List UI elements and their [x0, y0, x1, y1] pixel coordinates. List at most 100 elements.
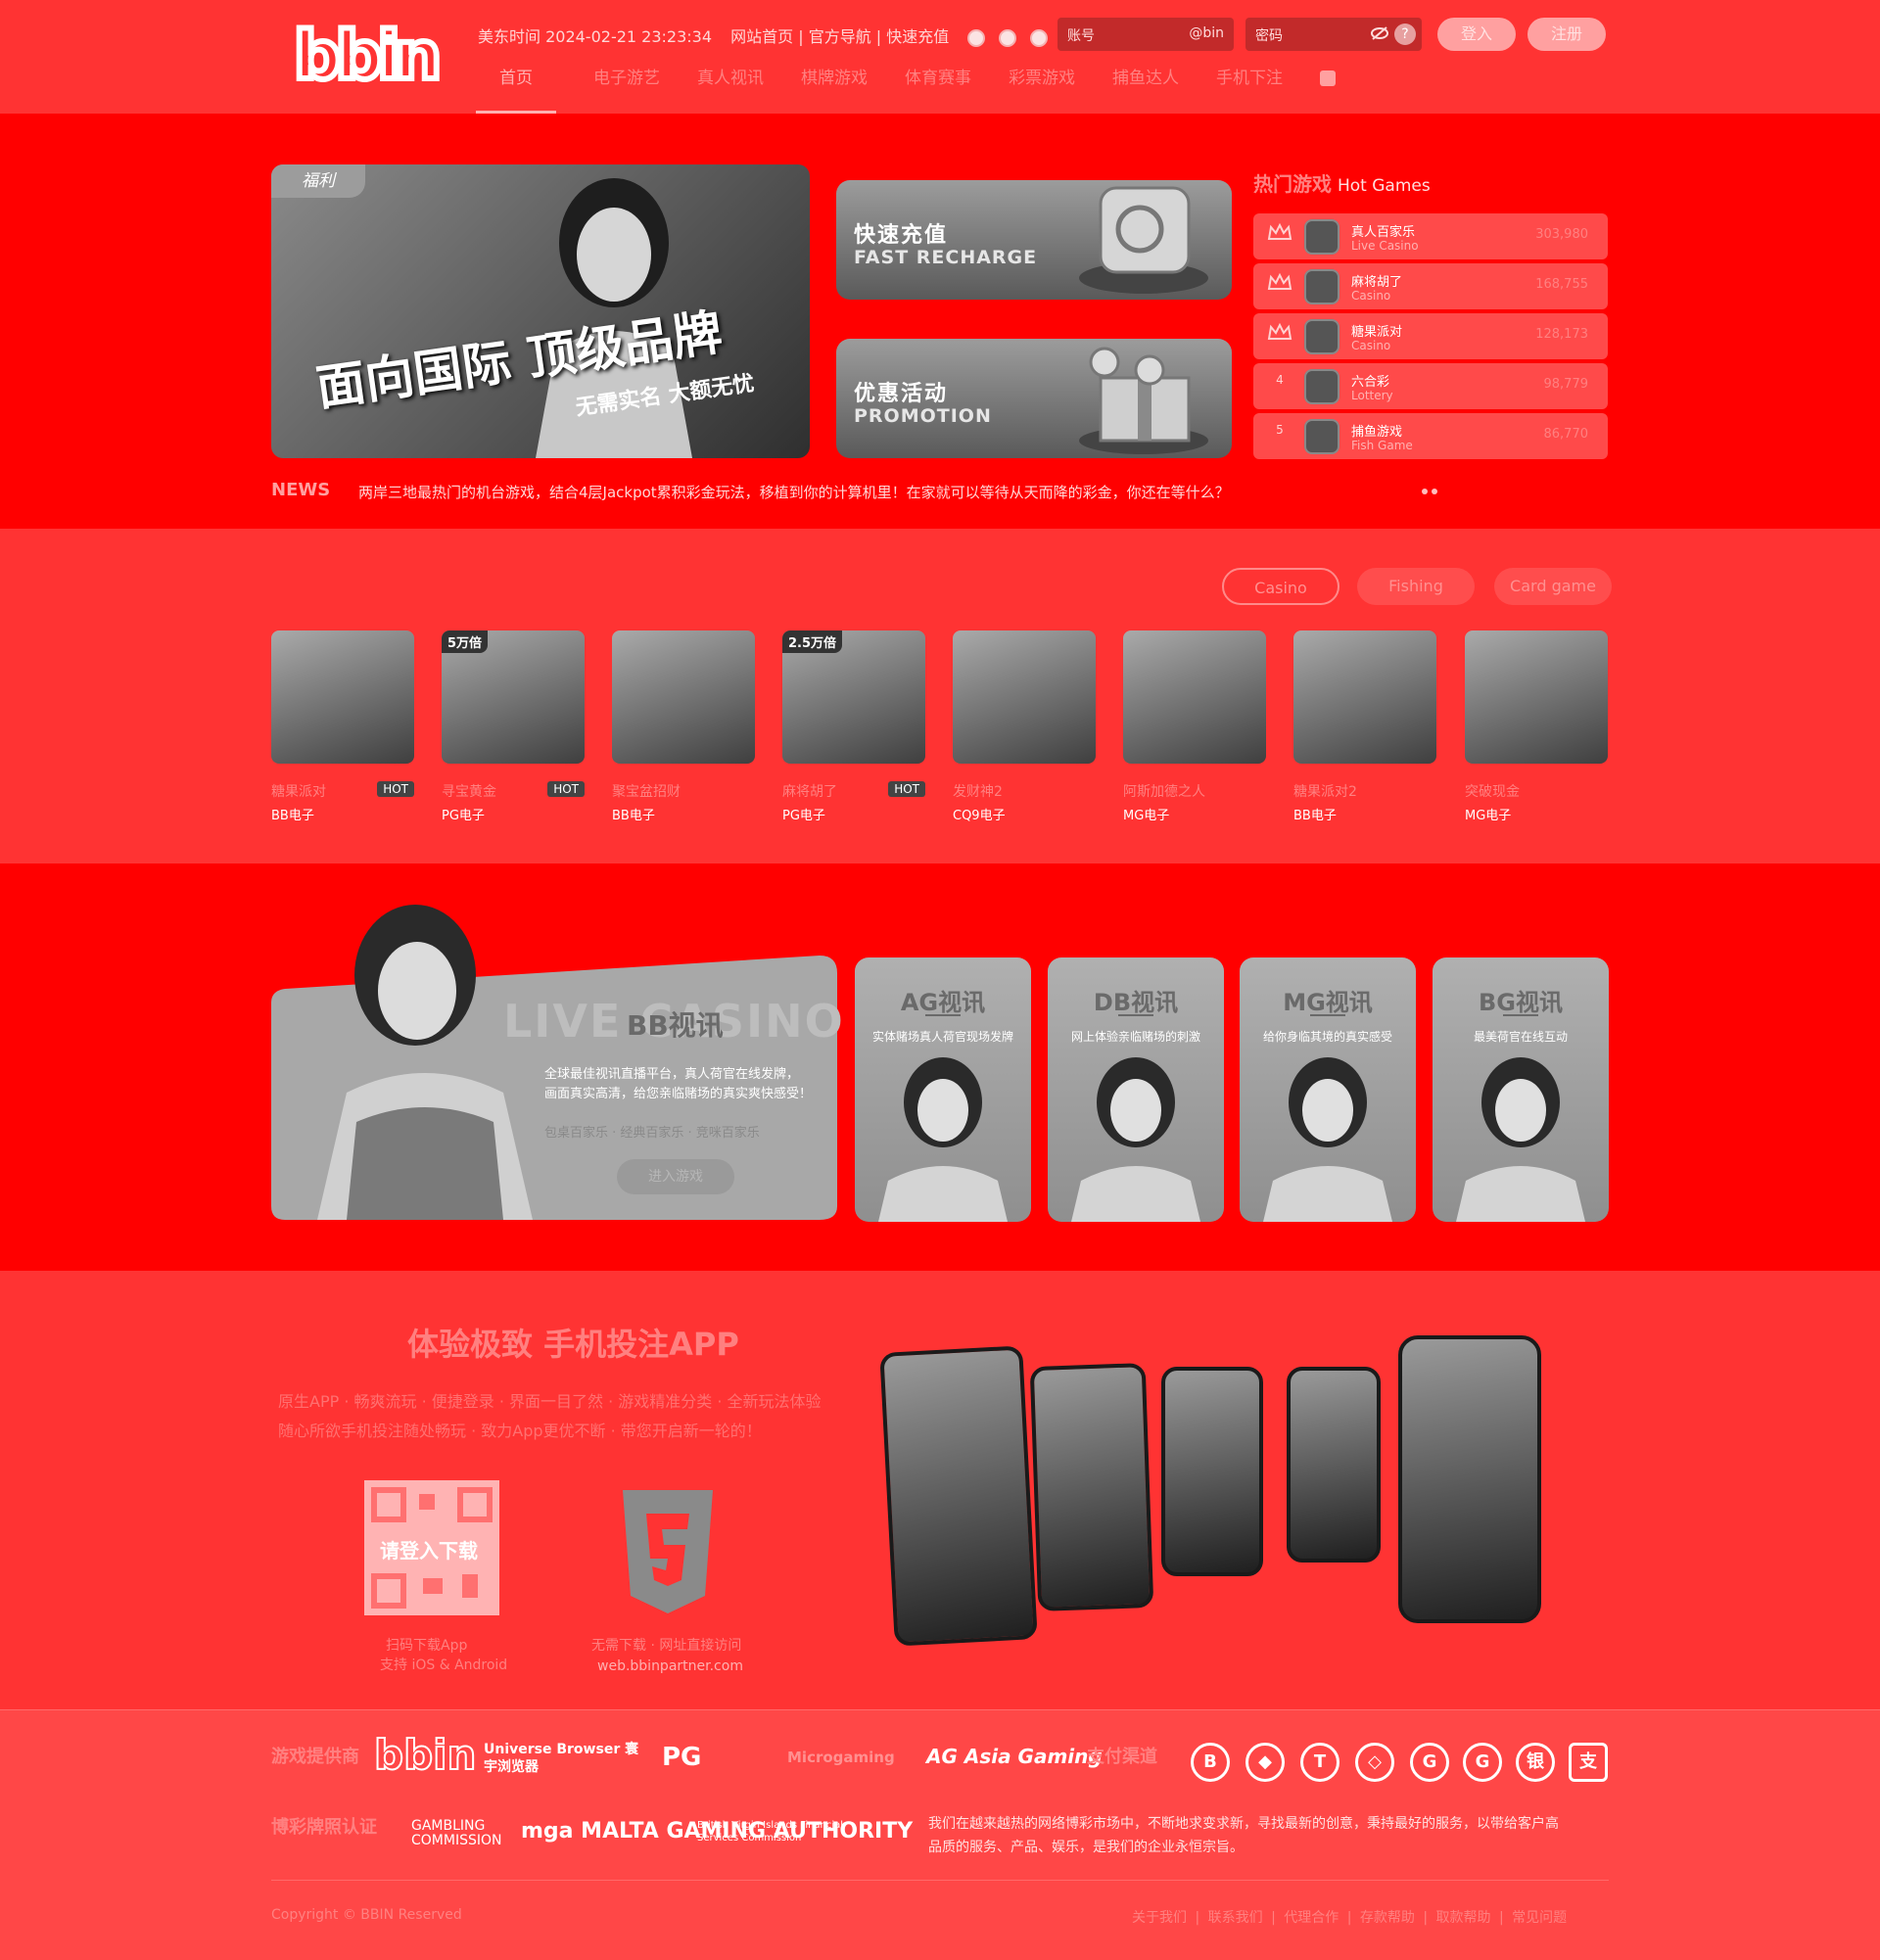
- game-card[interactable]: 发财神2 CQ9电子: [953, 630, 1096, 823]
- nav-lottery[interactable]: 彩票游戏: [1009, 67, 1075, 114]
- provider-universe[interactable]: Universe Browser 寰宇浏览器: [484, 1741, 650, 1776]
- game-thumbnail[interactable]: [271, 630, 414, 764]
- recharge-title-en: FAST RECHARGE: [854, 247, 1038, 268]
- game-name: 突破现金: [1465, 784, 1520, 800]
- game-card[interactable]: 5万倍 寻宝黄金 HOT PG电子: [442, 630, 585, 823]
- hot-games-title: 热门游戏 Hot Games: [1253, 168, 1431, 197]
- hot-game-row[interactable]: 真人百家乐 Live Casino 303,980: [1253, 213, 1608, 259]
- bb-live-games: 包桌百家乐 · 经典百家乐 · 竞咪百家乐: [544, 1126, 760, 1141]
- hot-game-thumbnail: [1304, 369, 1340, 404]
- nav-live[interactable]: 真人视讯: [697, 67, 764, 114]
- eastern-time: 美东时间 2024-02-21 23:23:34: [478, 27, 713, 46]
- eye-slash-icon[interactable]: [1371, 26, 1388, 40]
- banner-tag: 福利: [271, 164, 365, 198]
- alipay-icon[interactable]: 支: [1569, 1743, 1608, 1782]
- mg-live-card[interactable]: MG视讯 给你身临其境的真实感受: [1240, 957, 1416, 1222]
- account-input[interactable]: 账号 @bin: [1058, 18, 1234, 51]
- game-card[interactable]: 糖果派对 HOT BB电子: [271, 630, 414, 823]
- help-icon[interactable]: ?: [1394, 23, 1416, 45]
- game-card[interactable]: 突破现金 MG电子: [1465, 630, 1608, 823]
- link-faq[interactable]: 常见问题: [1512, 1910, 1567, 1926]
- hot-game-row[interactable]: 4 六合彩 Lottery 98,779: [1253, 363, 1608, 409]
- tab-card-game[interactable]: Card game: [1494, 568, 1612, 605]
- link-withdraw-help[interactable]: 取款帮助: [1436, 1910, 1491, 1926]
- logo-text: bbin: [294, 20, 438, 88]
- game-thumbnail[interactable]: [612, 630, 755, 764]
- nav-home[interactable]: 首页: [476, 67, 556, 114]
- hot-game-name: 捕鱼游戏: [1351, 425, 1403, 440]
- game-card[interactable]: 糖果派对2 BB电子: [1293, 630, 1436, 823]
- lang-hk-icon[interactable]: [1030, 28, 1049, 47]
- bank-icon[interactable]: 银: [1516, 1743, 1555, 1782]
- pager-dot[interactable]: [1432, 489, 1437, 494]
- link-agent[interactable]: 代理合作: [1284, 1910, 1339, 1926]
- link-deposit-help[interactable]: 存款帮助: [1360, 1910, 1415, 1926]
- game-card[interactable]: 阿斯加德之人 MG电子: [1123, 630, 1266, 823]
- tab-casino[interactable]: Casino: [1222, 568, 1340, 605]
- login-button[interactable]: 登入: [1437, 18, 1516, 51]
- g-pay-icon[interactable]: G: [1410, 1743, 1449, 1782]
- game-thumbnail[interactable]: 2.5万倍: [782, 630, 925, 764]
- nav-mobile[interactable]: 手机下注: [1216, 67, 1283, 114]
- provider-bbin[interactable]: bbin: [373, 1730, 477, 1780]
- hot-game-row[interactable]: 糖果派对 Casino 128,173: [1253, 313, 1608, 359]
- crown-icon: [1267, 273, 1292, 290]
- password-input[interactable]: 密码 ?: [1246, 18, 1422, 51]
- nav-cards[interactable]: 棋牌游戏: [801, 67, 868, 114]
- provider-microgaming[interactable]: Microgaming: [787, 1749, 895, 1766]
- pager-dot[interactable]: [1422, 489, 1428, 494]
- google-pay-icon[interactable]: G: [1463, 1743, 1502, 1782]
- provider-pg[interactable]: PG: [662, 1743, 701, 1772]
- bitcoin-icon[interactable]: B: [1191, 1743, 1230, 1782]
- db-live-card[interactable]: DB视讯 网上体验亲临赌场的刺激: [1048, 957, 1224, 1222]
- game-provider: BB电子: [612, 809, 655, 823]
- dealer-image: [878, 1057, 1008, 1222]
- game-thumbnail[interactable]: [1293, 630, 1436, 764]
- fast-recharge-card[interactable]: 快速充值 FAST RECHARGE: [836, 180, 1232, 300]
- provider-ag[interactable]: AG Asia Gaming: [926, 1745, 1103, 1768]
- enter-game-button[interactable]: 进入游戏: [617, 1159, 734, 1194]
- nav-mobile-icon[interactable]: [1320, 70, 1336, 86]
- providers-label: 游戏提供商: [271, 1747, 359, 1767]
- ag-live-card[interactable]: AG视讯 实体赌场真人荷官现场发牌: [855, 957, 1031, 1222]
- bbin-logo[interactable]: bbin: [294, 20, 450, 88]
- vendor-name: MG视讯: [1283, 989, 1373, 1016]
- link-about[interactable]: 关于我们: [1132, 1910, 1187, 1926]
- html5-icon[interactable]: [619, 1490, 717, 1613]
- footer-description: 我们在越来越热的网络博彩市场中，不断地求变求新，寻找最新的创意，秉持最好的服务，…: [928, 1816, 1559, 1832]
- ethereum-icon[interactable]: ◇: [1355, 1743, 1394, 1782]
- license-bvi-fsc[interactable]: British Virgin Islands Financial Service…: [697, 1819, 864, 1844]
- tether-icon[interactable]: T: [1300, 1743, 1340, 1782]
- h5-url[interactable]: web.bbinpartner.com: [597, 1658, 743, 1674]
- header-links[interactable]: 网站首页 | 官方导航 | 快速充值: [730, 27, 949, 46]
- game-thumbnail[interactable]: [1465, 630, 1608, 764]
- game-card[interactable]: 2.5万倍 麻将胡了 HOT PG电子: [782, 630, 925, 823]
- unionpay-icon[interactable]: ◆: [1246, 1743, 1285, 1782]
- bg-live-card[interactable]: BG视讯 最美荷官在线互动: [1433, 957, 1609, 1222]
- hot-game-row[interactable]: 麻将胡了 Casino 168,755: [1253, 263, 1608, 309]
- hot-game-name: 真人百家乐: [1351, 225, 1416, 240]
- register-button[interactable]: 注册: [1528, 18, 1606, 51]
- news-ticker[interactable]: 两岸三地最热门的机台游戏，结合4层Jackpot累积彩金玩法，移植到你的计算机里…: [358, 482, 1230, 502]
- tab-fishing[interactable]: Fishing: [1357, 568, 1475, 605]
- main-banner[interactable]: 福利 面向国际 顶级品牌 无需实名 大额无忧: [271, 164, 810, 458]
- hot-game-row[interactable]: 5 捕鱼游戏 Fish Game 86,770: [1253, 413, 1608, 459]
- game-thumbnail[interactable]: [1123, 630, 1266, 764]
- lang-cn-icon[interactable]: [999, 28, 1017, 47]
- vendor-name: DB视讯: [1093, 989, 1179, 1016]
- account-placeholder: 账号: [1067, 28, 1095, 44]
- nav-sports[interactable]: 体育赛事: [905, 67, 971, 114]
- promotion-card[interactable]: 优惠活动 PROMOTION: [836, 339, 1232, 458]
- game-thumbnail[interactable]: 5万倍: [442, 630, 585, 764]
- nav-fishing[interactable]: 捕鱼达人: [1112, 67, 1179, 114]
- hot-games-list: 真人百家乐 Live Casino 303,980 麻将胡了 Casino 16…: [1253, 213, 1608, 463]
- game-card[interactable]: 聚宝盆招财 BB电子: [612, 630, 755, 823]
- game-thumbnail[interactable]: [953, 630, 1096, 764]
- hot-games-pager[interactable]: [1422, 480, 1441, 498]
- phone-app-preview: [1398, 1335, 1541, 1623]
- nav-slots[interactable]: 电子游艺: [593, 67, 660, 114]
- lang-en-icon[interactable]: [967, 28, 986, 47]
- license-gambling-commission[interactable]: GAMBLING COMMISSION: [411, 1819, 509, 1848]
- bb-live-desc: 全球最佳视讯直播平台，真人荷官在线发牌，: [544, 1067, 800, 1082]
- link-contact[interactable]: 联系我们: [1208, 1910, 1263, 1926]
